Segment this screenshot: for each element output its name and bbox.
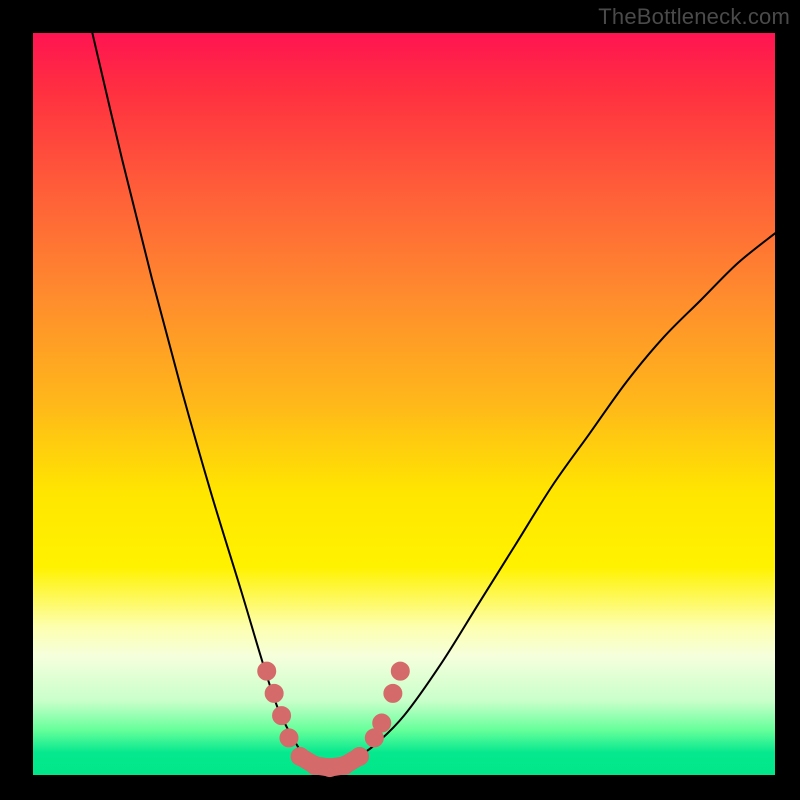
curve-svg — [33, 33, 775, 775]
chart-frame: TheBottleneck.com — [0, 0, 800, 800]
marker-dot — [273, 707, 291, 725]
markers-group — [258, 662, 410, 776]
marker-dot — [373, 714, 391, 732]
marker-dot — [350, 747, 368, 765]
marker-dot — [384, 684, 402, 702]
marker-dot — [265, 684, 283, 702]
plot-area — [33, 33, 775, 775]
marker-dot — [280, 729, 298, 747]
bottleneck-curve — [92, 33, 775, 769]
watermark-text: TheBottleneck.com — [598, 4, 790, 30]
marker-dot — [391, 662, 409, 680]
marker-dot — [258, 662, 276, 680]
